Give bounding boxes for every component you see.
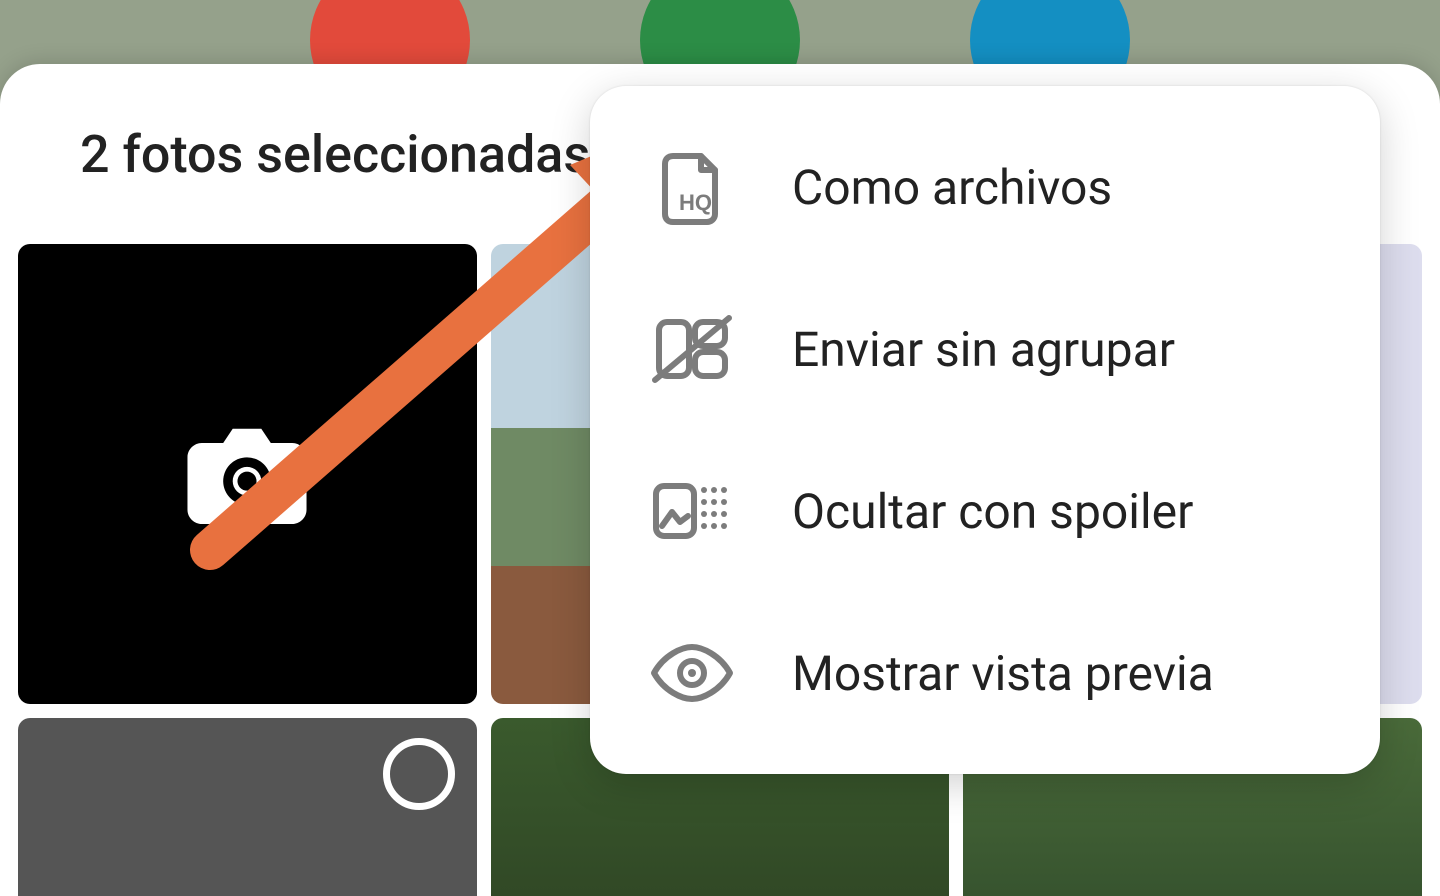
menu-item-send-ungrouped[interactable]: Enviar sin agrupar <box>590 268 1380 430</box>
menu-label: Como archivos <box>792 159 1112 216</box>
camera-icon <box>187 424 307 524</box>
ungroup-icon <box>650 312 734 386</box>
menu-label: Mostrar vista previa <box>792 645 1214 702</box>
hq-file-icon: HQ <box>650 150 734 224</box>
send-options-menu: HQ Como archivos Enviar sin agrupar <box>590 86 1380 774</box>
menu-label: Enviar sin agrupar <box>792 321 1175 378</box>
eye-icon <box>650 636 734 710</box>
selection-circle-icon[interactable] <box>383 738 455 810</box>
menu-item-hide-spoiler[interactable]: Ocultar con spoiler <box>590 430 1380 592</box>
camera-tile[interactable] <box>18 244 477 704</box>
svg-text:HQ: HQ <box>679 190 712 215</box>
menu-item-as-files[interactable]: HQ Como archivos <box>590 106 1380 268</box>
spoiler-icon <box>650 474 734 548</box>
menu-item-show-preview[interactable]: Mostrar vista previa <box>590 592 1380 754</box>
photo-tile[interactable] <box>18 718 477 896</box>
menu-label: Ocultar con spoiler <box>792 483 1193 540</box>
